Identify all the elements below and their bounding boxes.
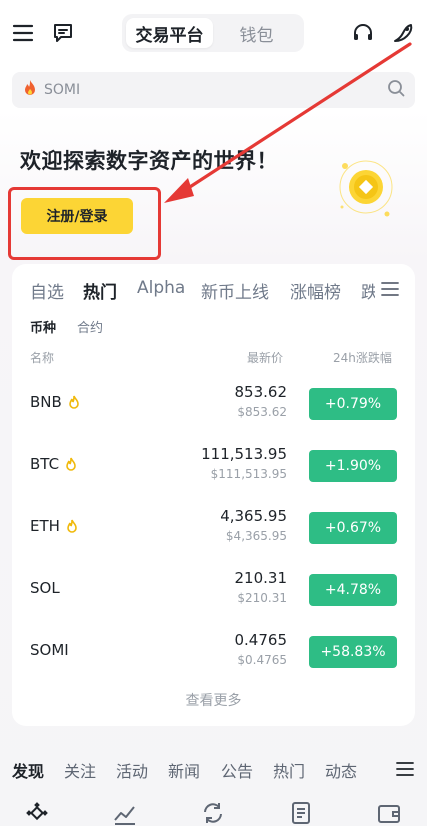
table-row[interactable]: BTC 111,513.95 $111,513.95 +1.90% (12, 437, 415, 497)
tab-favorites[interactable]: 自选 (30, 278, 64, 303)
feed-tab-following[interactable]: 关注 (64, 758, 96, 782)
feed-menu-icon[interactable] (396, 761, 414, 781)
column-change: 24h涨跌幅 (333, 351, 392, 365)
change-badge[interactable]: +0.79% (309, 388, 397, 420)
feed-tab-updates[interactable]: 动态 (325, 758, 357, 782)
feed-tab-discover[interactable]: 发现 (12, 758, 44, 782)
fiat-price: $853.62 (237, 405, 287, 419)
symbol-label: SOMI (30, 641, 69, 659)
table-row[interactable]: ETH 4,365.95 $4,365.95 +0.67% (12, 499, 415, 559)
row-symbol: SOL (30, 579, 60, 597)
table-row[interactable]: SOL 210.31 $210.31 +4.78% (12, 561, 415, 621)
column-price: 最新价 (247, 351, 284, 365)
wallet-icon[interactable] (376, 800, 402, 826)
column-name: 名称 (30, 351, 55, 365)
row-symbol: ETH (30, 517, 78, 535)
fiat-price: $210.31 (237, 591, 287, 605)
last-price: 4,365.95 (220, 507, 287, 525)
tab-losers[interactable]: 跌 (361, 278, 375, 303)
red-arrow-annotation (164, 42, 412, 203)
menu-icon[interactable] (10, 20, 36, 46)
feed-tab-news[interactable]: 新闻 (168, 758, 200, 782)
last-price: 210.31 (234, 569, 288, 587)
flame-icon (66, 519, 78, 534)
fire-icon (22, 79, 38, 101)
markets-icon[interactable] (112, 800, 138, 826)
row-symbol: SOMI (30, 641, 69, 659)
symbol-label: ETH (30, 517, 60, 535)
row-symbol: BNB (30, 393, 80, 411)
tab-alpha[interactable]: Alpha (137, 278, 185, 298)
subtab-futures[interactable]: 合约 (77, 317, 103, 336)
last-price: 0.4765 (234, 631, 288, 649)
table-row[interactable]: BNB 853.62 $853.62 +0.79% (12, 375, 415, 435)
change-badge[interactable]: +4.78% (309, 574, 397, 606)
last-price: 853.62 (234, 383, 288, 401)
feed-tab-hot[interactable]: 热门 (273, 758, 305, 782)
subtab-spot[interactable]: 币种 (30, 317, 56, 336)
flame-icon (65, 457, 77, 472)
fiat-price: $4,365.95 (225, 529, 287, 543)
tab-gainers[interactable]: 涨幅榜 (290, 278, 341, 303)
flame-icon (68, 395, 80, 410)
feed-tab-announcements[interactable]: 公告 (221, 758, 253, 782)
symbol-label: SOL (30, 579, 60, 597)
message-icon[interactable] (50, 20, 76, 46)
tabs-menu-icon[interactable] (381, 281, 399, 301)
change-badge[interactable]: +0.67% (309, 512, 397, 544)
trade-icon[interactable] (200, 800, 226, 826)
highlight-box (8, 187, 161, 260)
tab-hot[interactable]: 热门 (83, 278, 117, 303)
symbol-label: BNB (30, 393, 62, 411)
row-symbol: BTC (30, 455, 77, 473)
change-badge[interactable]: +58.83% (309, 636, 397, 668)
change-badge[interactable]: +1.90% (309, 450, 397, 482)
futures-icon[interactable] (288, 800, 314, 826)
fiat-price: $111,513.95 (210, 467, 287, 481)
view-more-link[interactable]: 查看更多 (12, 690, 415, 710)
tab-new-listings[interactable]: 新币上线 (201, 278, 269, 303)
table-row[interactable]: SOMI 0.4765 $0.4765 +58.83% (12, 623, 415, 683)
feed-tab-events[interactable]: 活动 (116, 758, 148, 782)
symbol-label: BTC (30, 455, 60, 473)
fiat-price: $0.4765 (237, 653, 287, 667)
home-icon[interactable] (24, 800, 50, 826)
last-price: 111,513.95 (201, 445, 287, 463)
